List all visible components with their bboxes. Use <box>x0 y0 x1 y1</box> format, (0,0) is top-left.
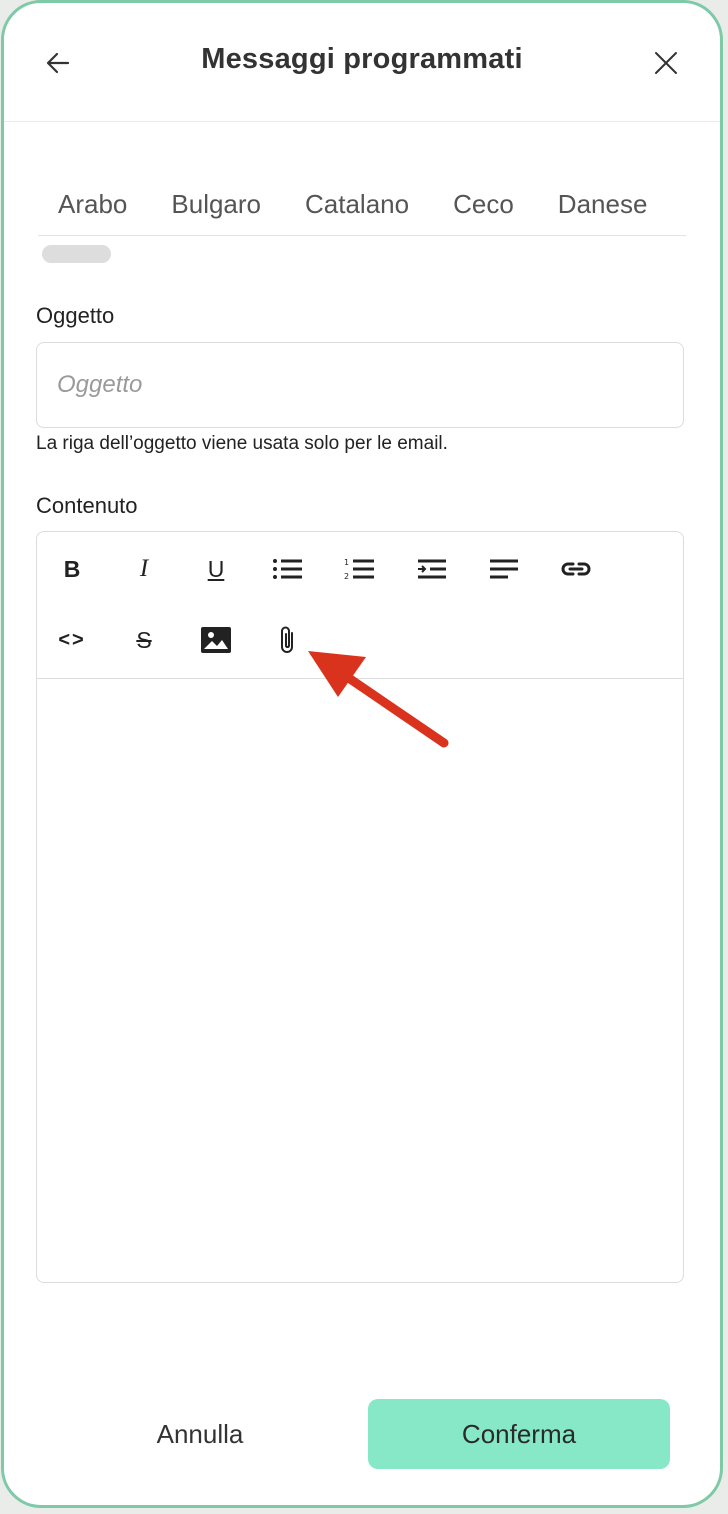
indent-icon <box>418 559 446 579</box>
code-icon: <> <box>58 628 86 651</box>
tab-arabo[interactable]: Arabo <box>38 189 149 220</box>
editor-content-area[interactable] <box>37 679 683 1282</box>
link-icon <box>561 562 591 576</box>
tab-bulgaro[interactable]: Bulgaro <box>149 189 283 220</box>
content-label: Contenuto <box>36 493 138 518</box>
modal-header: Messaggi programmati <box>4 3 720 122</box>
confirm-button[interactable]: Conferma <box>368 1399 670 1469</box>
tab-ceco[interactable]: Ceco <box>431 189 536 220</box>
underline-button[interactable]: U <box>194 547 238 591</box>
language-tabs: Arabo Bulgaro Catalano Ceco Danese <box>38 173 686 236</box>
align-left-button[interactable] <box>482 547 526 591</box>
close-icon <box>655 52 677 74</box>
subject-label: Oggetto <box>36 303 115 328</box>
subject-input[interactable] <box>36 342 684 428</box>
underline-icon: U <box>207 555 225 582</box>
image-button[interactable] <box>194 618 238 662</box>
link-button[interactable] <box>554 547 598 591</box>
annotation-arrow <box>308 651 449 748</box>
numbered-list-icon: 1 2 <box>344 558 374 581</box>
strikethrough-icon: S <box>136 626 152 653</box>
italic-icon: I <box>139 555 149 582</box>
indent-button[interactable] <box>410 547 454 591</box>
tabs-scrollbar-thumb[interactable] <box>42 245 111 263</box>
close-button[interactable] <box>648 45 684 81</box>
italic-button[interactable]: I <box>122 547 166 591</box>
strikethrough-button[interactable]: S <box>122 618 166 662</box>
bullet-list-icon <box>273 559 302 579</box>
page-title: Messaggi programmati <box>201 43 523 75</box>
bold-button[interactable]: B <box>50 547 94 591</box>
image-icon <box>201 627 231 653</box>
modal-frame: Messaggi programmati Arabo Bulgaro Catal… <box>1 0 723 1508</box>
code-button[interactable]: <> <box>50 618 94 662</box>
tab-catalano[interactable]: Catalano <box>283 189 431 220</box>
bullet-list-button[interactable] <box>266 547 310 591</box>
align-left-icon <box>490 559 518 579</box>
subject-hint: La riga dell’oggetto viene usata solo pe… <box>36 433 448 454</box>
bold-icon: B <box>63 555 81 582</box>
svg-text:1: 1 <box>344 558 349 567</box>
numbered-list-button[interactable]: 1 2 <box>338 547 382 591</box>
cancel-button[interactable]: Annulla <box>124 1401 276 1467</box>
tab-danese[interactable]: Danese <box>536 189 648 220</box>
svg-text:2: 2 <box>344 572 349 581</box>
